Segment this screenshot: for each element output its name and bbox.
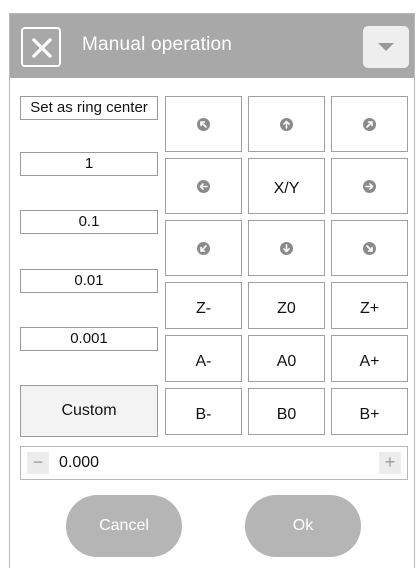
cancel-button[interactable]: Cancel	[66, 495, 182, 557]
increment-button[interactable]: +	[379, 452, 401, 474]
step-1-button[interactable]: 1	[20, 152, 158, 176]
chevron-down-icon	[378, 43, 394, 51]
jog-up-right-button[interactable]	[331, 96, 408, 152]
close-icon	[31, 37, 53, 59]
step-0.001-button[interactable]: 0.001	[20, 327, 158, 351]
arrow-left-icon	[197, 179, 210, 193]
custom-step-button[interactable]: Custom	[20, 385, 158, 437]
set-ring-center-button[interactable]: Set as ring center	[20, 96, 158, 120]
b-minus-button[interactable]: B-	[165, 388, 242, 435]
step-0.1-button[interactable]: 0.1	[20, 210, 158, 234]
jog-right-button[interactable]	[331, 158, 408, 214]
dropdown-button[interactable]	[363, 26, 409, 68]
arrow-up-left-icon	[197, 117, 210, 131]
jog-down-left-button[interactable]	[165, 220, 242, 276]
value-stepper: − 0.000 +	[20, 446, 408, 480]
arrow-down-right-icon	[363, 241, 376, 255]
a-plus-button[interactable]: A+	[331, 335, 408, 382]
jog-up-left-button[interactable]	[165, 96, 242, 152]
step-0.01-button[interactable]: 0.01	[20, 269, 158, 293]
jog-left-button[interactable]	[165, 158, 242, 214]
z-zero-button[interactable]: Z0	[248, 282, 325, 329]
arrow-down-left-icon	[197, 241, 210, 255]
xy-toggle-button[interactable]: X/Y	[248, 158, 325, 214]
arrow-down-icon	[280, 241, 293, 255]
b-zero-button[interactable]: B0	[248, 388, 325, 435]
close-button[interactable]	[21, 27, 61, 67]
arrow-up-right-icon	[363, 117, 376, 131]
title-bar: Manual operation	[10, 14, 414, 78]
decrement-button[interactable]: −	[27, 452, 49, 474]
stepper-value-input[interactable]: 0.000	[59, 454, 99, 472]
b-plus-button[interactable]: B+	[331, 388, 408, 435]
z-plus-button[interactable]: Z+	[331, 282, 408, 329]
a-zero-button[interactable]: A0	[248, 335, 325, 382]
a-minus-button[interactable]: A-	[165, 335, 242, 382]
dialog-title: Manual operation	[82, 34, 233, 55]
manual-operation-dialog: Manual operation Set as ring center 1 0.…	[9, 13, 415, 568]
arrow-up-icon	[280, 117, 293, 131]
jog-down-right-button[interactable]	[331, 220, 408, 276]
jog-up-button[interactable]	[248, 96, 325, 152]
z-minus-button[interactable]: Z-	[165, 282, 242, 329]
arrow-right-icon	[363, 179, 376, 193]
ok-button[interactable]: Ok	[245, 495, 361, 557]
jog-down-button[interactable]	[248, 220, 325, 276]
